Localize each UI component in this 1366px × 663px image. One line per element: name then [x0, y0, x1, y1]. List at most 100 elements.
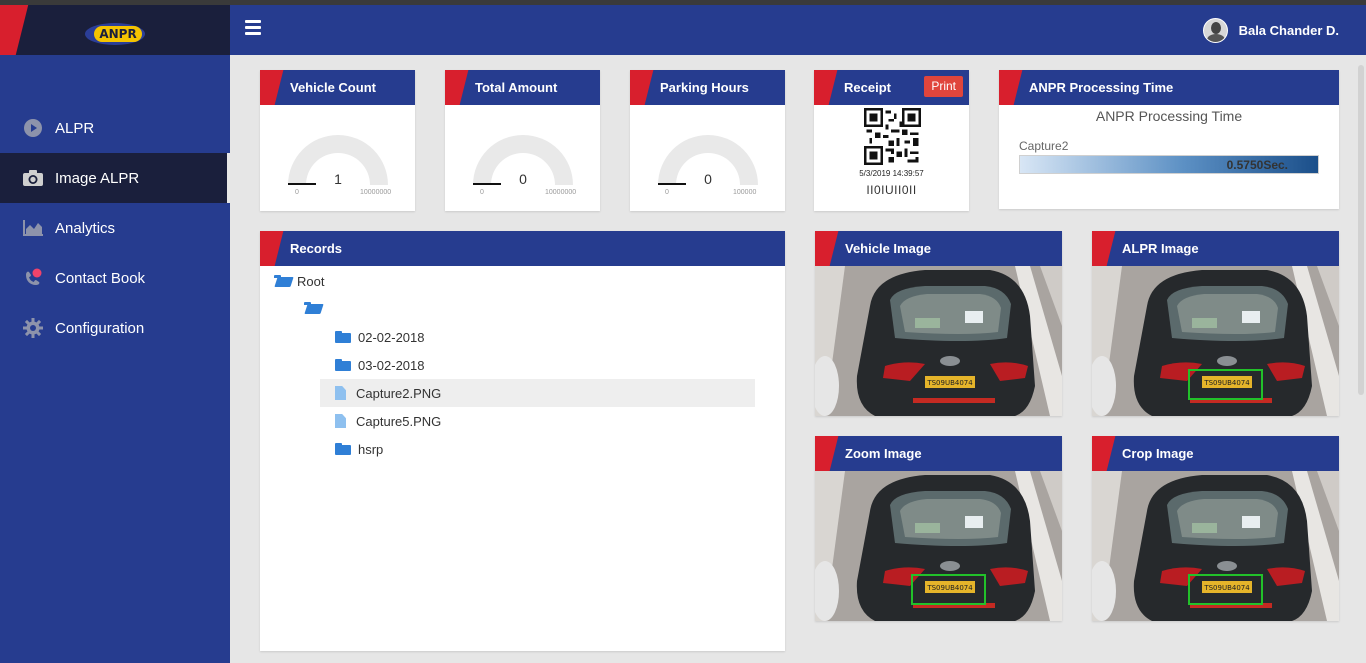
vehicle-count-card: Vehicle Count 1 0 10000000 [260, 70, 415, 211]
gauge-min: 0 [665, 189, 669, 196]
card-header: Total Amount [445, 70, 600, 105]
camera-icon [22, 167, 44, 189]
file-icon [335, 386, 346, 400]
vehicle-image[interactable]: TS09UB4074 [815, 266, 1062, 416]
tree-item-02-02-2018[interactable]: 02-02-2018 [335, 323, 425, 351]
processing-value: 0.5750Sec. [1226, 158, 1288, 172]
gauge-value: 0 [704, 171, 712, 187]
sidebar-item-label: ALPR [55, 119, 95, 137]
sidebar-item-contact-book[interactable]: Contact Book [0, 253, 230, 303]
user-menu[interactable]: Bala Chander D. [1202, 18, 1339, 43]
card-header: Crop Image [1092, 436, 1339, 471]
tree-item-label: Root [297, 273, 325, 289]
sidebar-nav: ALPR Image ALPR Analytics Contact Book C… [0, 103, 230, 353]
tree-item-capture5[interactable]: Capture5.PNG [335, 407, 441, 435]
card-title: Records [290, 241, 343, 256]
sidebar-item-alpr[interactable]: ALPR [0, 103, 230, 153]
folder-icon [335, 359, 351, 371]
gauge-max: 100000 [733, 189, 757, 196]
sidebar-item-label: Analytics [55, 219, 116, 237]
alpr-image[interactable]: TS09UB4074 [1092, 266, 1339, 416]
card-header: Receipt Print [814, 70, 969, 105]
card-header: Parking Hours [630, 70, 785, 105]
svg-text:TS09UB4074: TS09UB4074 [1203, 379, 1250, 387]
tree-item-label: 03-02-2018 [358, 357, 425, 373]
logo-text: ANPR [94, 26, 142, 42]
avatar [1202, 18, 1228, 43]
svg-text:TS09UB4074: TS09UB4074 [926, 584, 973, 592]
card-title: Parking Hours [660, 80, 749, 95]
sidebar-item-analytics[interactable]: Analytics [0, 203, 230, 253]
sidebar: ANPR ALPR Image ALPR Analytics Contact B… [0, 5, 230, 663]
car-photo: TS09UB4074 [1092, 471, 1339, 621]
sidebar-item-label: Image ALPR [55, 169, 140, 187]
car-photo: TS09UB4074 [815, 471, 1062, 621]
crop-image-card: Crop Image TS09UB4074 [1092, 436, 1339, 621]
logo-area[interactable]: ANPR [0, 5, 230, 55]
card-title: ALPR Image [1122, 241, 1199, 256]
area-chart-icon [22, 217, 44, 239]
total-amount-gauge: 0 0 10000000 [473, 135, 576, 196]
parking-hours-gauge: 0 0 100000 [658, 135, 758, 196]
zoom-image[interactable]: TS09UB4074 [815, 471, 1062, 621]
tree-item-hsrp[interactable]: hsrp [335, 435, 383, 463]
page-scrollbar[interactable] [1356, 55, 1366, 663]
card-header: Zoom Image [815, 436, 1062, 471]
tree-item-label: hsrp [358, 441, 384, 457]
zoom-image-card: Zoom Image TS09UB4074 [815, 436, 1062, 621]
card-title: Vehicle Image [845, 241, 931, 256]
file-icon [335, 414, 346, 428]
processing-label: Capture2 [1019, 139, 1069, 153]
records-card: Records Root 02-02-2018 03-02-2018 Captu… [260, 231, 785, 651]
user-name: Bala Chander D. [1238, 23, 1339, 38]
gauge-max: 10000000 [360, 189, 392, 196]
receipt-card: Receipt Print 5/3/2019 14:39:57 II0IUII0… [814, 70, 969, 211]
tree-item-label: 02-02-2018 [358, 329, 425, 345]
print-button[interactable]: Print [924, 76, 963, 97]
tree-item-label: Capture2.PNG [356, 385, 442, 401]
car-photo: TS09UB4074 [1092, 266, 1339, 416]
vehicle-image-card: Vehicle Image TS09UB4074 [815, 231, 1062, 416]
folder-icon [335, 443, 351, 455]
card-title: Receipt [844, 80, 891, 95]
sidebar-item-configuration[interactable]: Configuration [0, 303, 230, 353]
qr-code-icon [864, 108, 921, 165]
processing-subtitle: ANPR Processing Time [1095, 108, 1243, 124]
card-title: Total Amount [475, 80, 558, 95]
tree-item-capture2[interactable]: Capture2.PNG [320, 379, 755, 407]
processing-time-card: ANPR Processing Time ANPR Processing Tim… [999, 70, 1339, 209]
logo-stripe [0, 5, 29, 55]
phone-icon [22, 267, 44, 289]
gauge-min: 0 [295, 189, 299, 196]
play-circle-icon [22, 117, 44, 139]
sidebar-item-label: Configuration [55, 319, 145, 337]
tree-item-03-02-2018[interactable]: 03-02-2018 [335, 351, 425, 379]
processing-bar: 0.5750Sec. [1019, 155, 1319, 174]
folder-open-icon [304, 302, 320, 314]
svg-text:TS09UB4074: TS09UB4074 [1203, 584, 1250, 592]
gauge-max: 10000000 [545, 189, 577, 196]
parking-hours-card: Parking Hours 0 0 100000 [630, 70, 785, 211]
svg-text:TS09UB4074: TS09UB4074 [926, 379, 973, 387]
crop-image[interactable]: TS09UB4074 [1092, 471, 1339, 621]
car-photo: TS09UB4074 [815, 266, 1062, 416]
scrollbar-thumb[interactable] [1358, 65, 1364, 395]
total-amount-card: Total Amount 0 0 10000000 [445, 70, 600, 211]
tree-item-unnamed-folder[interactable] [304, 294, 327, 322]
folder-icon [335, 331, 351, 343]
card-header: ALPR Image [1092, 231, 1339, 266]
gauge-min: 0 [480, 189, 484, 196]
tree-item-label: Capture5.PNG [356, 413, 442, 429]
hamburger-icon[interactable] [245, 20, 261, 35]
tree-item-root[interactable]: Root [274, 267, 324, 295]
receipt-code: II0IUII0II [866, 183, 917, 197]
card-title: Crop Image [1122, 446, 1194, 461]
receipt-date: 5/3/2019 14:39:57 [859, 169, 924, 178]
card-header: Records [260, 231, 785, 266]
top-header: Bala Chander D. [230, 5, 1366, 55]
card-title: Vehicle Count [290, 80, 376, 95]
sidebar-item-image-alpr[interactable]: Image ALPR [0, 153, 230, 203]
sidebar-item-label: Contact Book [55, 269, 146, 287]
card-header: Vehicle Count [260, 70, 415, 105]
alpr-image-card: ALPR Image TS09UB4074 [1092, 231, 1339, 416]
